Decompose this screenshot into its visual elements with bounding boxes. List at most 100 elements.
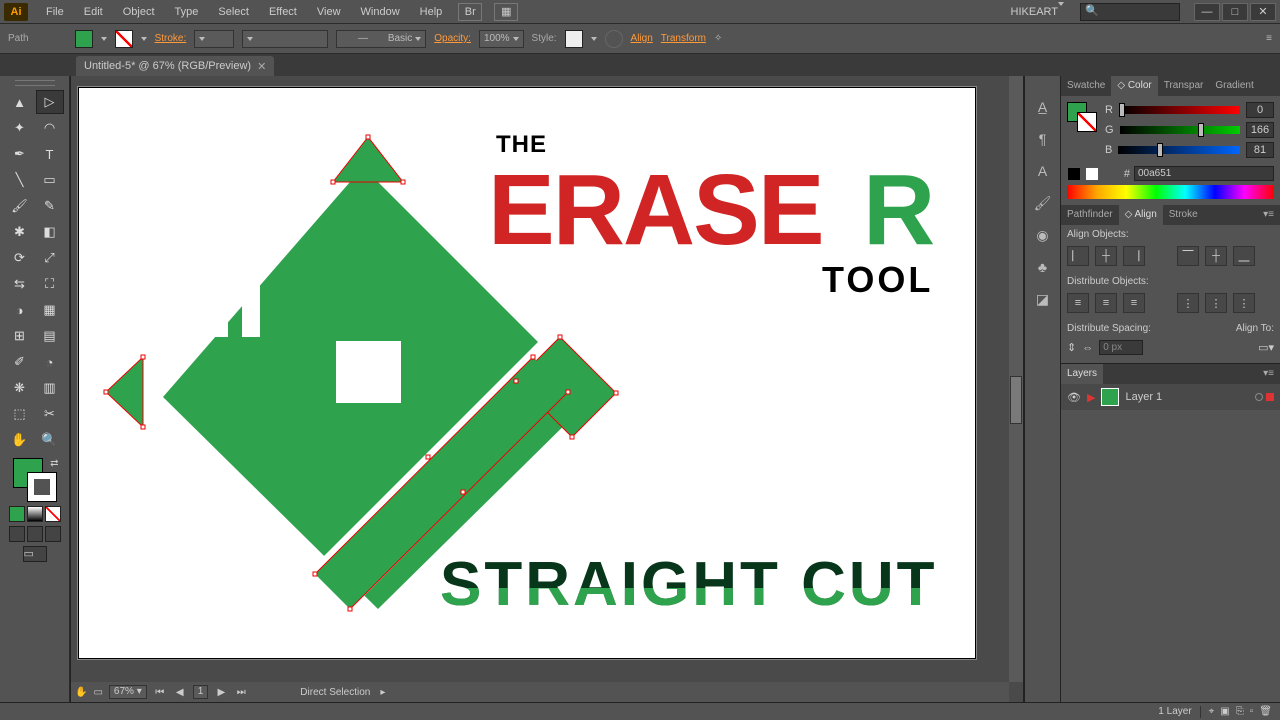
menu-edit[interactable]: Edit	[74, 0, 113, 24]
anchor-point[interactable]	[566, 390, 571, 395]
g-slider[interactable]	[1120, 126, 1240, 134]
appearance-panel-icon[interactable]: ◉	[1032, 224, 1054, 246]
toolbox-grip[interactable]	[15, 80, 55, 86]
locate-object-button[interactable]: ⌖	[1209, 706, 1215, 717]
mesh-tool[interactable]: ⊞	[6, 324, 34, 348]
vertical-scrollbar[interactable]	[1009, 76, 1023, 682]
window-close-button[interactable]: ✕	[1250, 3, 1276, 21]
tab-color[interactable]: ◇ Color	[1111, 76, 1157, 96]
anchor-point[interactable]	[558, 335, 563, 340]
panel-fill-stroke[interactable]	[1067, 102, 1097, 132]
align-to-dropdown[interactable]: ▭▾	[1258, 341, 1274, 354]
hand-tool[interactable]: ✋	[6, 428, 34, 452]
spectrum-bar[interactable]	[1067, 185, 1274, 199]
swap-fill-stroke-icon[interactable]: ⇄	[50, 458, 58, 469]
anchor-point[interactable]	[141, 355, 146, 360]
layer-name[interactable]: Layer 1	[1125, 391, 1162, 403]
screen-mode-button[interactable]: ▭	[23, 546, 47, 562]
canvas-area[interactable]: THE ERASE R TOOL STRAIGHT CUT STRAIGHT C…	[70, 76, 1024, 702]
fill-stroke-control[interactable]: ⇄	[13, 458, 57, 502]
eyedropper-tool[interactable]: ✐	[6, 350, 34, 374]
align-left-button[interactable]: ⎸	[1067, 246, 1089, 266]
eraser-tool[interactable]: ◧	[36, 220, 64, 244]
style-swatch[interactable]	[565, 30, 583, 48]
symbol-sprayer-tool[interactable]: ❋	[6, 376, 34, 400]
prev-artboard-button[interactable]: ◀	[173, 687, 187, 698]
draw-normal-button[interactable]	[9, 526, 25, 542]
b-slider[interactable]	[1118, 146, 1240, 154]
fill-swatch[interactable]	[75, 30, 93, 48]
pen-tool[interactable]: ✒	[6, 142, 34, 166]
layer-row[interactable]: 👁 ▶ Layer 1	[1061, 384, 1280, 410]
menu-object[interactable]: Object	[113, 0, 165, 24]
character-panel-icon[interactable]: A̲	[1032, 96, 1054, 118]
menu-type[interactable]: Type	[165, 0, 209, 24]
lasso-tool[interactable]: ◠	[36, 116, 64, 140]
first-artboard-button[interactable]: ⏮	[153, 687, 167, 698]
scrollbar-thumb[interactable]	[1010, 376, 1022, 424]
perspective-tool[interactable]: ▦	[36, 298, 64, 322]
window-maximize-button[interactable]: □	[1222, 3, 1248, 21]
new-sublayer-button[interactable]: ⎘	[1236, 706, 1244, 717]
anchor-point[interactable]	[614, 391, 619, 396]
spacing-input[interactable]	[1099, 340, 1143, 355]
target-icon[interactable]	[1255, 393, 1263, 401]
user-menu[interactable]: HIKEART	[1001, 0, 1074, 24]
align-bottom-button[interactable]: ⎽	[1233, 246, 1255, 266]
opacity-label[interactable]: Opacity:	[434, 33, 471, 44]
window-minimize-button[interactable]: —	[1194, 3, 1220, 21]
direct-selection-tool[interactable]: ▷	[36, 90, 64, 114]
transform-link[interactable]: Transform	[661, 33, 706, 44]
dist-left-button[interactable]: ⋮	[1177, 293, 1199, 313]
recolor-button[interactable]	[605, 30, 623, 48]
delete-layer-button[interactable]: 🗑	[1259, 706, 1272, 717]
anchor-point[interactable]	[313, 572, 318, 577]
blend-tool[interactable]: ◔	[36, 350, 64, 374]
zoom-dropdown[interactable]: 67% ▾	[109, 685, 147, 699]
tab-swatches[interactable]: Swatche	[1061, 76, 1111, 96]
align-top-button[interactable]: ⎺	[1177, 246, 1199, 266]
stroke-label[interactable]: Stroke:	[155, 33, 187, 44]
brush-definition-dropdown[interactable]: —Basic	[336, 30, 426, 48]
rotate-tool[interactable]: ⟳	[6, 246, 34, 270]
align-hcenter-button[interactable]: ┼	[1095, 246, 1117, 266]
tab-align[interactable]: ◇ Align	[1119, 205, 1163, 225]
isolate-button[interactable]: ✧	[714, 33, 722, 44]
anchor-point[interactable]	[531, 355, 536, 360]
stroke-weight-dropdown[interactable]	[194, 30, 234, 48]
anchor-point[interactable]	[461, 490, 466, 495]
artboard[interactable]: THE ERASE R TOOL STRAIGHT CUT STRAIGHT C…	[77, 86, 977, 660]
menu-help[interactable]: Help	[410, 0, 453, 24]
shape-builder-tool[interactable]: ◑	[6, 298, 34, 322]
tab-layers[interactable]: Layers	[1061, 364, 1103, 384]
paragraph-panel-icon[interactable]: ¶	[1032, 128, 1054, 150]
b-value[interactable]: 81	[1246, 142, 1274, 158]
free-transform-tool[interactable]: ⛶	[36, 272, 64, 296]
pencil-tool[interactable]: ✎	[36, 194, 64, 218]
r-slider[interactable]	[1119, 106, 1240, 114]
last-artboard-button[interactable]: ⏭	[234, 687, 248, 698]
anchor-point[interactable]	[570, 435, 575, 440]
artboard-tool[interactable]: ⬚	[6, 402, 34, 426]
hand-nav-icon[interactable]: ✋	[75, 687, 87, 698]
black-swatch[interactable]	[1067, 167, 1081, 181]
none-mode-button[interactable]	[45, 506, 61, 522]
anchor-point[interactable]	[366, 135, 371, 140]
anchor-point[interactable]	[141, 425, 146, 430]
blob-brush-tool[interactable]: ✱	[6, 220, 34, 244]
panel-menu-icon[interactable]: ▾≡	[1257, 205, 1280, 225]
artboard-nav-icon[interactable]: ▭	[93, 687, 102, 698]
new-layer-button[interactable]: ▫	[1250, 706, 1254, 717]
align-vcenter-button[interactable]: ┼	[1205, 246, 1227, 266]
menu-file[interactable]: File	[36, 0, 74, 24]
bridge-button[interactable]: Br	[458, 3, 482, 21]
menu-select[interactable]: Select	[208, 0, 259, 24]
anchor-point[interactable]	[514, 379, 519, 384]
gradient-mode-button[interactable]	[27, 506, 43, 522]
slice-tool[interactable]: ✂	[36, 402, 64, 426]
menu-effect[interactable]: Effect	[259, 0, 307, 24]
dist-bottom-button[interactable]: ≡	[1123, 293, 1145, 313]
artboard-number[interactable]: 1	[193, 685, 209, 699]
chevron-down-icon[interactable]	[141, 37, 147, 41]
search-input[interactable]: 🔍	[1080, 3, 1180, 21]
